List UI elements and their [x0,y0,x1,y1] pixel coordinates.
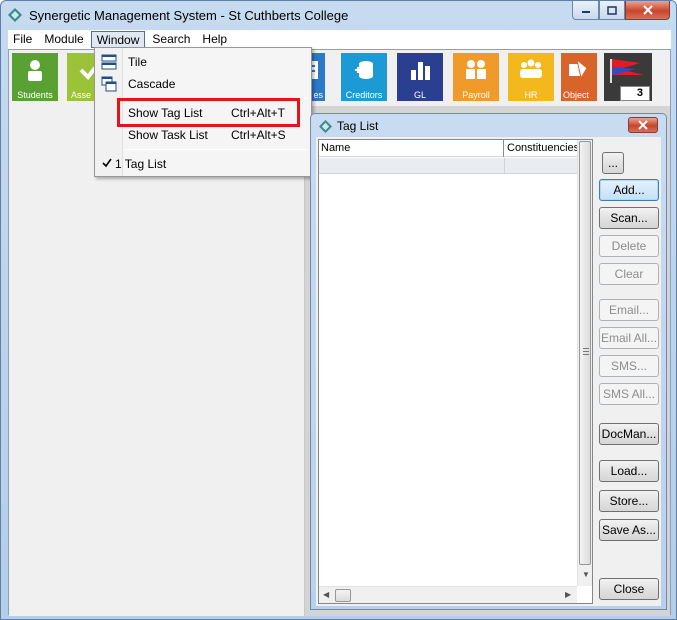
save-as-button[interactable]: Save As... [599,519,659,541]
student-icon [28,60,42,81]
window-title: Synergetic Management System - St Cuthbe… [29,8,349,23]
menu-window[interactable]: Window [90,31,146,48]
scroll-down-icon[interactable]: ▼ [582,570,590,579]
maximize-button[interactable] [599,1,625,20]
notifications-flag-button[interactable]: 3 [604,53,652,101]
scroll-right-icon[interactable]: ▶ [565,590,571,599]
close-tag-list-button[interactable]: Close [599,578,659,600]
tag-list-window: Tag List Name Constituencies ▼ ◀ ▶ ... A… [310,113,667,610]
store-button[interactable]: Store... [599,490,659,512]
objects-icon [569,58,588,80]
more-options-button[interactable]: ... [602,152,624,174]
synergetic-logo-icon [8,8,22,22]
tag-list-body: Name Constituencies ▼ ◀ ▶ ... Add... Sca… [316,137,661,606]
list-header: Name Constituencies [319,140,577,157]
checkmark-icon [102,158,112,168]
menu-help[interactable]: Help [197,31,232,48]
load-button[interactable]: Load... [599,460,659,482]
scan-button[interactable]: Scan... [599,207,659,229]
menu-cascade[interactable]: Cascade [96,73,310,95]
close-icon [642,5,653,15]
email-all-button[interactable]: Email All... [599,327,659,349]
objects-button[interactable]: Object [561,53,597,101]
docman-button[interactable]: DocMan... [599,423,659,445]
menu-tile[interactable]: Tile [96,51,310,73]
bar-chart-icon [411,62,430,80]
cascade-icon [101,76,117,92]
left-pane [9,106,305,616]
close-button[interactable] [625,1,670,20]
horizontal-scrollbar[interactable]: ◀ ▶ [319,586,577,603]
email-button[interactable]: Email... [599,299,659,321]
clear-button[interactable]: Clear [599,263,659,285]
minimize-icon [581,11,590,13]
flag-count-badge: 3 [620,86,650,101]
add-button[interactable]: Add... [599,179,659,201]
tile-icon [101,54,117,70]
flag-icon [610,59,644,83]
sms-all-button[interactable]: SMS All... [599,383,659,405]
scroll-left-icon[interactable]: ◀ [323,590,329,599]
vertical-scrollbar[interactable]: ▼ [577,140,592,586]
horizontal-scroll-thumb[interactable] [335,589,351,602]
students-button[interactable]: Students [12,53,58,101]
people-icon [466,60,486,79]
delete-button[interactable]: Delete [599,235,659,257]
vertical-scroll-thumb[interactable] [579,141,591,565]
title-bar: Synergetic Management System - St Cuthbe… [1,1,676,29]
group-icon [520,59,542,78]
creditors-button[interactable]: Creditors [341,53,387,101]
column-header-constituencies[interactable]: Constituencies [505,140,577,157]
menu-module[interactable]: Module [39,31,88,48]
close-icon [638,120,648,130]
tag-list-close-button[interactable] [628,117,658,133]
maximize-icon [607,5,617,15]
tag-list-grid[interactable]: Name Constituencies ▼ ◀ ▶ [318,139,593,604]
menu-search[interactable]: Search [147,31,195,48]
menu-show-task-list[interactable]: Show Task List Ctrl+Alt+S [96,124,310,146]
tag-list-title: Tag List [337,119,379,133]
synergetic-logo-icon [319,120,332,133]
hr-button[interactable]: HR [508,53,554,101]
sms-button[interactable]: SMS... [599,355,659,377]
highlight-annotation [117,98,300,127]
menu-tag-list-window[interactable]: 1 Tag List [96,153,310,175]
menu-file[interactable]: File [8,31,37,48]
column-header-name[interactable]: Name [319,140,504,157]
minimize-button[interactable] [572,1,599,20]
gl-button[interactable]: GL [397,53,443,101]
coins-icon [355,61,373,79]
table-row[interactable] [319,158,577,174]
payroll-button[interactable]: Payroll [453,53,499,101]
